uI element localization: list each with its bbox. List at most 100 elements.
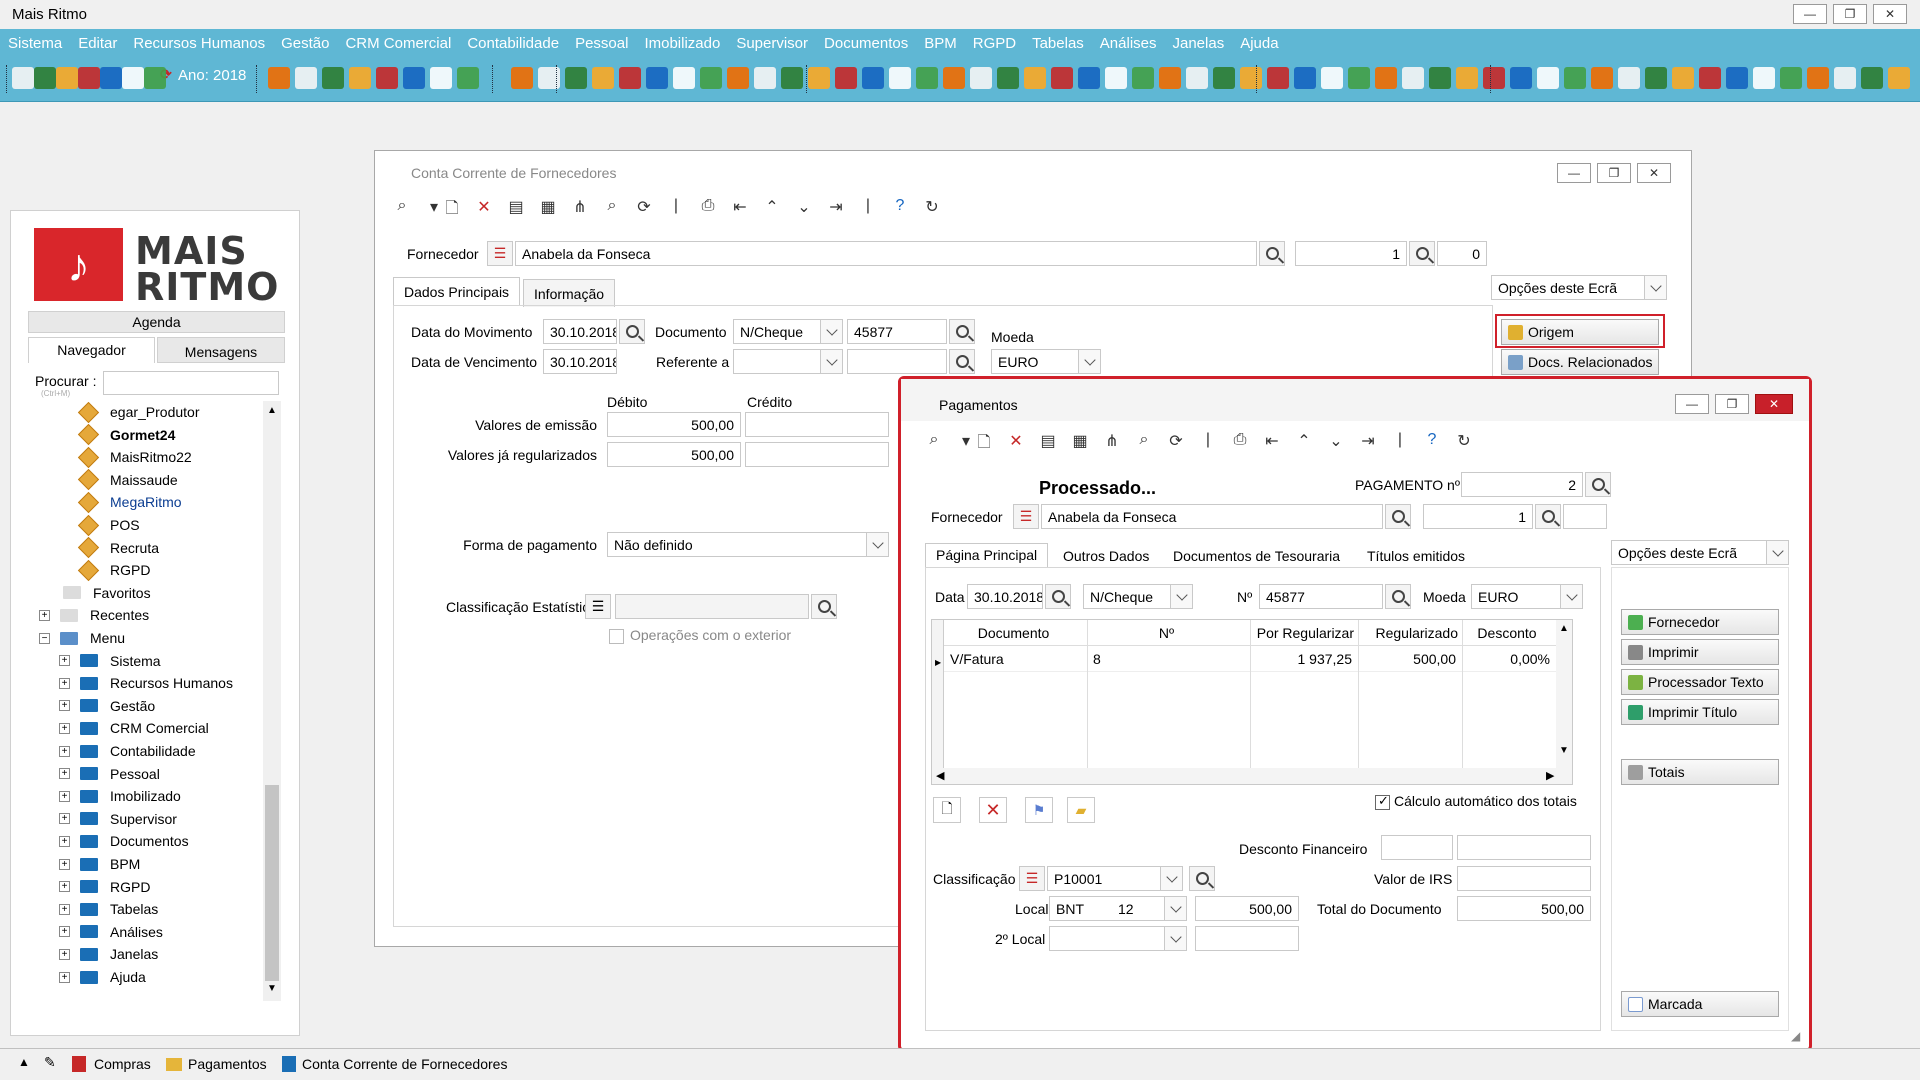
tree-menu-item[interactable]: + Pessoal xyxy=(59,763,160,785)
toolbar-comment-icon[interactable] xyxy=(1213,67,1235,89)
expand-icon[interactable]: + xyxy=(59,722,70,734)
toolbar-monitor-icon[interactable] xyxy=(943,67,965,89)
taskbar-item-pagamentos[interactable]: Pagamentos xyxy=(188,1056,267,1072)
pag-tools-sync-icon[interactable]: ↻ xyxy=(1453,431,1475,453)
referente-search-button[interactable] xyxy=(949,349,975,374)
toolbar-page-icon[interactable] xyxy=(808,67,830,89)
tree-menu-item[interactable]: + BPM xyxy=(59,853,140,875)
toolbar-disc-icon[interactable] xyxy=(430,67,452,89)
flag-icon[interactable]: ⚑ xyxy=(1025,797,1053,823)
minimize-button[interactable]: — xyxy=(1793,4,1827,24)
toolbar-refresh-icon[interactable] xyxy=(457,67,479,89)
pag-local2-select[interactable] xyxy=(1049,926,1187,951)
toolbar-group-icon[interactable] xyxy=(1051,67,1073,89)
year-label[interactable]: Ano: 2018 xyxy=(178,67,246,84)
grid-cell-0[interactable]: V/Fatura xyxy=(944,651,1087,667)
grid-cell-2[interactable]: 1 937,25 xyxy=(1250,651,1358,667)
expand-icon[interactable]: + xyxy=(59,926,70,938)
toolbar-page-icon[interactable] xyxy=(78,67,100,89)
tree-company-item[interactable]: MegaRitmo xyxy=(77,491,182,513)
pag-tools-prev-icon[interactable]: ⌃ xyxy=(1293,431,1315,453)
toolbar-window-icon[interactable] xyxy=(1807,67,1829,89)
cc-tab-dados-principais[interactable]: Dados Principais xyxy=(393,277,521,305)
pag-tools-table-icon[interactable]: ▦ xyxy=(1069,431,1091,453)
cc-tools-search-icon[interactable]: ⌕ xyxy=(391,197,413,219)
taskbar-up-icon[interactable]: ▲ xyxy=(18,1055,30,1069)
tree-menu-item[interactable]: + Ajuda xyxy=(59,966,146,988)
tree-menu-item[interactable]: + Imobilizado xyxy=(59,785,181,807)
tree-menu-item[interactable]: + CRM Comercial xyxy=(59,717,209,739)
toolbar-comment-icon[interactable] xyxy=(592,67,614,89)
menu-3[interactable]: Gestão xyxy=(273,29,337,52)
taskbar-item-conta-corrente[interactable]: Conta Corrente de Fornecedores xyxy=(302,1056,507,1072)
grid-header-1[interactable]: Nº xyxy=(1087,625,1250,641)
toolbar-group-icon[interactable] xyxy=(1672,67,1694,89)
tree-company-item[interactable]: Gormet24 xyxy=(77,423,175,446)
toolbar-document-icon[interactable] xyxy=(727,67,749,89)
restore-button[interactable]: ❐ xyxy=(1833,4,1867,24)
cc-minimize-button[interactable]: — xyxy=(1557,163,1591,183)
expand-icon[interactable]: + xyxy=(59,813,70,825)
toolbar-edit-icon[interactable] xyxy=(34,67,56,89)
pag-tools-tree-icon[interactable]: ⋔ xyxy=(1101,431,1123,453)
valores-regularizados-credito[interactable] xyxy=(745,442,889,467)
pag-tools-help-icon[interactable]: ? xyxy=(1421,431,1443,453)
expand-icon[interactable]: + xyxy=(59,768,70,780)
tab-navegador[interactable]: Navegador xyxy=(28,337,155,363)
cc-tools-prev-icon[interactable]: ⌃ xyxy=(761,197,783,219)
expand-icon[interactable]: + xyxy=(59,700,70,712)
tree-menu-item[interactable]: + Tabelas xyxy=(59,898,158,920)
menu-12[interactable]: Tabelas xyxy=(1024,29,1092,52)
toolbar-folder-icon[interactable] xyxy=(619,67,641,89)
pag-fornecedor-num-field[interactable]: 1 xyxy=(1423,504,1533,529)
pag-fornecedor-num-search-button[interactable] xyxy=(1535,504,1561,529)
toolbar-edit-icon[interactable] xyxy=(1375,67,1397,89)
menu-15[interactable]: Ajuda xyxy=(1232,29,1286,52)
menu-13[interactable]: Análises xyxy=(1092,29,1165,52)
pag-tools-search-icon[interactable]: ⌕ xyxy=(923,431,945,453)
cc-tab-informacao[interactable]: Informação xyxy=(523,279,616,307)
tree-company-item[interactable]: RGPD xyxy=(77,559,150,581)
pag-fornecedor-field[interactable]: Anabela da Fonseca xyxy=(1041,504,1383,529)
toolbar-star-icon[interactable] xyxy=(700,67,722,89)
pag-list-icon[interactable]: ☰ xyxy=(1013,504,1039,529)
menu-7[interactable]: Imobilizado xyxy=(636,29,728,52)
cc-tools-preview-icon[interactable]: ⎙ xyxy=(697,197,719,219)
toolbar-tool-icon[interactable] xyxy=(1591,67,1613,89)
pag-tab-documentos-tesouraria[interactable]: Documentos de Tesouraria xyxy=(1163,543,1350,567)
pagamento-num-search-button[interactable] xyxy=(1585,472,1611,497)
pag-tools-new-icon[interactable]: 🗋 xyxy=(973,431,995,453)
cc-tools-new-icon[interactable]: 🗋 xyxy=(441,197,463,219)
pagamento-num-field[interactable]: 2 xyxy=(1461,472,1583,497)
tree-company-item[interactable]: POS xyxy=(77,514,140,536)
pag-tab-pagina-principal[interactable]: Página Principal xyxy=(925,543,1049,567)
grid-vscroll[interactable]: ▲ ▼ xyxy=(1556,620,1572,768)
grid-cell-4[interactable]: 0,00% xyxy=(1462,651,1556,667)
pag-tools-delete-icon[interactable]: ✕ xyxy=(1005,431,1027,453)
tree-menu-item[interactable]: + Gestão xyxy=(59,695,155,717)
pag-fornecedor-search-button[interactable] xyxy=(1385,504,1411,529)
pag-opcoes-select[interactable]: Opções deste Ecrã xyxy=(1611,540,1789,565)
valor-irs-field[interactable] xyxy=(1457,866,1591,891)
grid-header-4[interactable]: Desconto xyxy=(1462,625,1556,641)
pag-marcada-button[interactable]: Marcada xyxy=(1621,991,1779,1017)
toolbar-pie-icon[interactable] xyxy=(1402,67,1424,89)
menu-14[interactable]: Janelas xyxy=(1165,29,1233,52)
tree-recentes[interactable]: + Recentes xyxy=(39,604,149,626)
expand-icon[interactable]: + xyxy=(59,835,70,847)
pag-tab-outros-dados[interactable]: Outros Dados xyxy=(1053,543,1159,567)
cc-tools-delete-icon[interactable]: ✕ xyxy=(473,197,495,219)
cc-tools-sync-icon[interactable]: ↻ xyxy=(921,197,943,219)
toolbar-stack-icon[interactable] xyxy=(916,67,938,89)
cc-tools-next-icon[interactable]: ⌄ xyxy=(793,197,815,219)
grid-header-3[interactable]: Regularizado xyxy=(1358,625,1462,641)
toolbar-monitor-icon[interactable] xyxy=(1564,67,1586,89)
documento-search-button[interactable] xyxy=(949,319,975,344)
tree-menu-item[interactable]: + Análises xyxy=(59,921,163,943)
toolbar-music-icon[interactable] xyxy=(862,67,884,89)
pag-tools-preview-icon[interactable]: ⎙ xyxy=(1229,431,1251,453)
toolbar-house-icon[interactable] xyxy=(1024,67,1046,89)
cc-tools-table-icon[interactable]: ▦ xyxy=(537,197,559,219)
toolbar-grid-icon[interactable] xyxy=(349,67,371,89)
toolbar-window-icon[interactable] xyxy=(565,67,587,89)
